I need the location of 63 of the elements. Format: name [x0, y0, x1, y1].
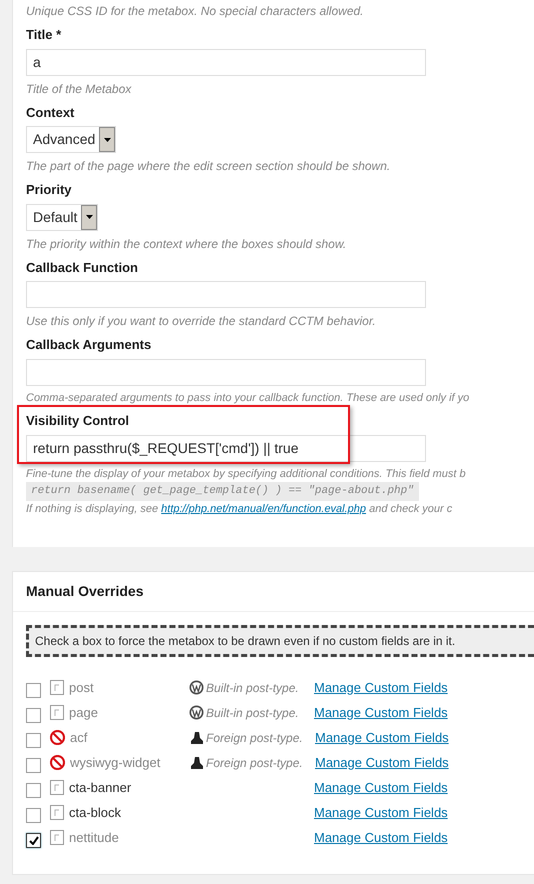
- field-label: Callback Arguments: [26, 336, 152, 354]
- post-type-note: Built-in post-type.: [206, 704, 299, 722]
- wordpress-icon: [189, 705, 204, 720]
- person-icon: [190, 730, 204, 744]
- checkbox[interactable]: [26, 783, 41, 798]
- manage-fields-link[interactable]: Manage Custom Fields: [314, 702, 448, 722]
- help-text: Unique CSS ID for the metabox. No special characters allowed.: [26, 3, 364, 20]
- text-field[interactable]: a: [26, 48, 426, 76]
- post-type-note: Foreign post-type.: [206, 730, 303, 746]
- help-text: Use this only if you want to override the standard CCTM behavior.: [26, 313, 377, 330]
- help-text: If nothing is displaying, see http://php.net/manual/en/function.eval.php and check your c: [26, 502, 454, 516]
- wordpress-icon: [189, 680, 204, 695]
- manage-fields-link[interactable]: Manage Custom Fields: [314, 828, 448, 848]
- blocked-icon: [50, 755, 65, 770]
- field-label: Visibility Control: [26, 412, 130, 430]
- post-type-name: cta-block: [69, 804, 122, 822]
- manage-fields-link[interactable]: Manage Custom Fields: [314, 778, 448, 798]
- help-text: Title of the Metabox: [26, 80, 132, 98]
- text-field[interactable]: [26, 281, 426, 308]
- post-type-name: cta-banner: [69, 778, 132, 797]
- document-icon: [50, 780, 64, 795]
- text-field[interactable]: return passthru($_REQUEST['cmd']) || true: [26, 434, 426, 462]
- dropdown[interactable]: Default: [26, 204, 98, 230]
- dropdown[interactable]: Advanced: [26, 126, 116, 153]
- post-type-name: acf: [70, 728, 88, 747]
- help-text: The part of the page where the edit screen section should be shown.: [26, 158, 392, 175]
- text-field[interactable]: [26, 358, 426, 386]
- checkbox[interactable]: [26, 833, 41, 848]
- document-icon: [50, 830, 64, 845]
- help-text: Comma-separated arguments to pass into your callback function. These are used only if yo: [26, 390, 470, 406]
- checkbox[interactable]: [26, 758, 41, 773]
- doc-link[interactable]: http://php.net/manual/en/function.eval.php: [161, 502, 366, 514]
- post-type-name: post: [69, 678, 95, 697]
- field-label: Callback Function: [26, 258, 139, 276]
- field-label: Title *: [26, 26, 62, 44]
- person-icon: [190, 756, 204, 770]
- checkbox[interactable]: [26, 683, 41, 698]
- manage-fields-link[interactable]: Manage Custom Fields: [314, 802, 448, 822]
- post-type-name: nettitude: [69, 828, 120, 847]
- caret-icon: [99, 127, 116, 152]
- post-type-note: Built-in post-type.: [206, 680, 299, 696]
- checkbox[interactable]: [26, 708, 41, 723]
- document-icon: [50, 680, 64, 695]
- code-example: return basename( get_page_template() ) == "page-about.php": [26, 482, 419, 500]
- post-type-note: Foreign post-type.: [206, 754, 303, 772]
- check-icon: [28, 836, 38, 845]
- manage-fields-link[interactable]: Manage Custom Fields: [315, 728, 449, 748]
- caret-icon: [81, 204, 98, 230]
- notice-box: Check a box to force the metabox to be drawn even if no custom fields are in it.: [26, 625, 534, 657]
- panel-title: Manual Overrides: [13, 572, 534, 612]
- manage-fields-link[interactable]: Manage Custom Fields: [315, 752, 449, 772]
- document-icon: [50, 705, 64, 720]
- post-type-name: page: [69, 704, 99, 722]
- checkbox[interactable]: [26, 733, 41, 748]
- help-text: Fine-tune the display of your metabox by specifying additional conditions. This field must b: [26, 466, 467, 482]
- document-icon: [50, 805, 64, 820]
- checkbox[interactable]: [26, 808, 41, 823]
- post-type-name: wysiwyg-widget: [70, 754, 162, 772]
- field-label: Context: [26, 104, 76, 122]
- blocked-icon: [50, 730, 65, 745]
- help-text: The priority within the context where the boxes should show.: [26, 236, 348, 252]
- manage-fields-link[interactable]: Manage Custom Fields: [314, 678, 448, 698]
- field-label: Priority: [26, 181, 73, 199]
